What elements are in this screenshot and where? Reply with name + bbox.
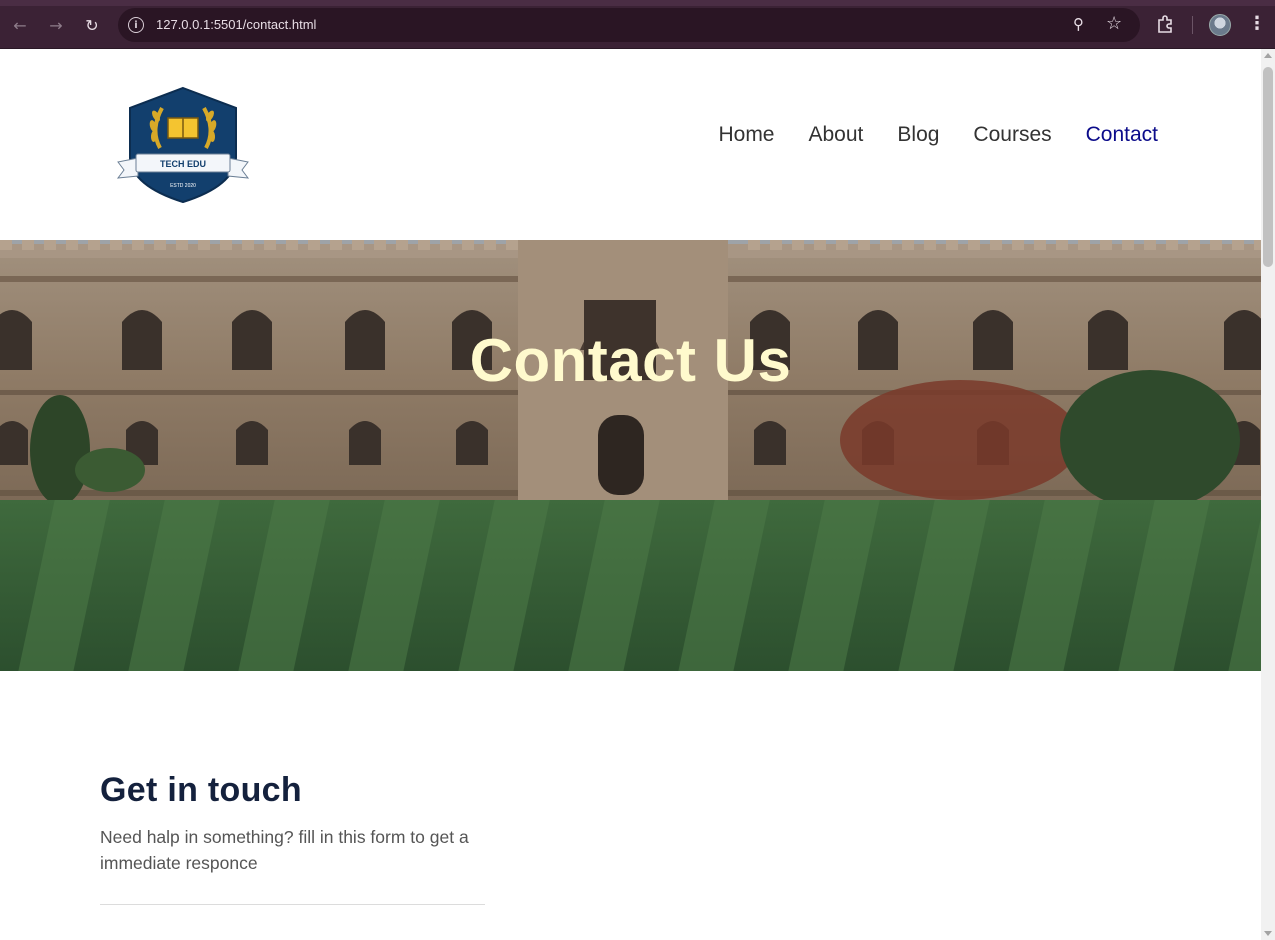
page-viewport: TECH EDU ESTD 2020 Home About Blog Cours… xyxy=(0,49,1261,940)
zoom-icon[interactable]: ⚲ xyxy=(1073,15,1084,33)
tab-strip-edge xyxy=(0,0,1275,6)
hero-background-image xyxy=(0,240,1261,671)
nav-blog[interactable]: Blog xyxy=(897,123,939,147)
logo-subtext: ESTD 2020 xyxy=(170,183,196,189)
toolbar-divider xyxy=(1192,16,1193,34)
logo-text: TECH EDU xyxy=(160,159,206,169)
arrow-right-icon[interactable]: → xyxy=(45,14,67,36)
nav-contact[interactable]: Contact xyxy=(1086,123,1158,147)
url-text[interactable]: 127.0.0.1:5501/contact.html xyxy=(156,17,316,32)
puzzle-icon[interactable] xyxy=(1156,14,1176,34)
reload-icon[interactable]: ↻ xyxy=(81,14,103,36)
tech-edu-logo[interactable]: TECH EDU ESTD 2020 xyxy=(116,86,250,204)
nav-home[interactable]: Home xyxy=(718,123,774,147)
star-icon[interactable]: ☆ xyxy=(1106,13,1122,34)
kebab-menu-icon[interactable]: ⋮ xyxy=(1248,13,1266,34)
scroll-down-icon[interactable] xyxy=(1264,931,1272,936)
contact-heading: Get in touch xyxy=(100,771,302,809)
vertical-scrollbar[interactable] xyxy=(1261,49,1275,940)
address-bar[interactable]: i 127.0.0.1:5501/contact.html ⚲ ☆ xyxy=(118,8,1140,42)
main-nav: Home About Blog Courses Contact xyxy=(718,123,1158,147)
hero-title: Contact Us xyxy=(469,327,792,394)
arrow-left-icon[interactable]: ← xyxy=(9,14,31,36)
nav-courses[interactable]: Courses xyxy=(973,123,1051,147)
scroll-up-icon[interactable] xyxy=(1264,53,1272,58)
profile-icon[interactable] xyxy=(1209,14,1231,36)
site-header: TECH EDU ESTD 2020 Home About Blog Cours… xyxy=(0,49,1261,240)
scrollbar-thumb[interactable] xyxy=(1263,67,1273,267)
nav-about[interactable]: About xyxy=(809,123,864,147)
hero-banner: Contact Us xyxy=(0,240,1261,671)
info-icon[interactable]: i xyxy=(128,17,144,33)
contact-description: Need halp in something? fill in this for… xyxy=(100,827,469,873)
browser-toolbar: ← → ↻ i 127.0.0.1:5501/contact.html ⚲ ☆ … xyxy=(0,0,1275,49)
section-divider xyxy=(100,904,485,905)
contact-intro: Get in touch Need halp in something? fil… xyxy=(100,720,500,905)
